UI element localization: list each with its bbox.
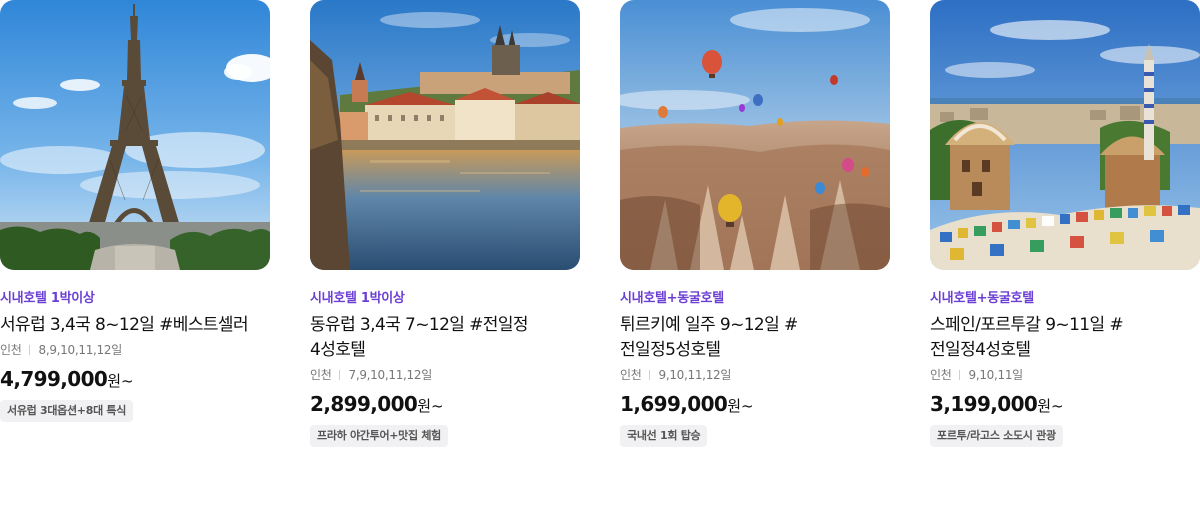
product-meta: 인천 8,9,10,11,12일 xyxy=(0,342,270,358)
product-image-prague[interactable] xyxy=(310,0,580,270)
product-card[interactable]: 시내호텔+동굴호텔 튀르키예 일주 9~12일 #전일정5성호텔 인천 9,10,… xyxy=(620,0,890,470)
benefit-badge: 국내선 1회 탑승 xyxy=(620,425,708,447)
product-tag: 시내호텔 1박이상 xyxy=(0,291,95,306)
product-title[interactable]: 서유럽 3,4국 8~12일 #베스트셀러 xyxy=(0,313,270,338)
product-tag: 시내호텔 1박이상 xyxy=(310,291,405,306)
departure-city: 인천 xyxy=(930,368,952,382)
product-image-park-guell[interactable] xyxy=(930,0,1200,270)
departure-city: 인천 xyxy=(310,368,332,382)
departure-city: 인천 xyxy=(0,343,22,357)
price-amount: 2,899,000 xyxy=(310,392,418,416)
meta-divider xyxy=(649,370,651,380)
benefit-badge: 서유럽 3대옵션+8대 특식 xyxy=(0,400,134,422)
product-title[interactable]: 스페인/포르투갈 9~11일 #전일정4성호텔 xyxy=(930,313,1200,363)
product-title[interactable]: 동유럽 3,4국 7~12일 #전일정 4성호텔 xyxy=(310,313,580,363)
benefit-badge: 포르투/라고스 소도시 관광 xyxy=(930,425,1063,447)
product-price: 4,799,000원~ xyxy=(0,366,270,394)
meta-divider xyxy=(29,345,31,355)
price-currency: 원~ xyxy=(417,397,444,415)
product-price: 3,199,000원~ xyxy=(930,391,1200,419)
price-amount: 4,799,000 xyxy=(0,367,108,391)
departure-dates: 7,9,10,11,12일 xyxy=(348,368,432,382)
product-card[interactable]: 시내호텔 1박이상 동유럽 3,4국 7~12일 #전일정 4성호텔 인천 7,9… xyxy=(310,0,580,470)
product-meta: 인천 9,10,11일 xyxy=(930,367,1200,383)
product-grid: 시내호텔 1박이상 서유럽 3,4국 8~12일 #베스트셀러 인천 8,9,10… xyxy=(0,0,1200,516)
meta-divider xyxy=(959,370,961,380)
product-tag: 시내호텔+동굴호텔 xyxy=(930,291,1034,306)
benefit-badge: 프라하 야간투어+맛집 체험 xyxy=(310,425,448,447)
product-tag: 시내호텔+동굴호텔 xyxy=(620,291,724,306)
departure-dates: 9,10,11,12일 xyxy=(658,368,732,382)
price-currency: 원~ xyxy=(727,397,754,415)
price-amount: 1,699,000 xyxy=(620,392,728,416)
product-meta: 인천 7,9,10,11,12일 xyxy=(310,367,580,383)
product-card[interactable]: 시내호텔+동굴호텔 스페인/포르투갈 9~11일 #전일정4성호텔 인천 9,10… xyxy=(930,0,1200,470)
meta-divider xyxy=(339,370,341,380)
product-image-eiffel-tower[interactable] xyxy=(0,0,270,270)
product-title[interactable]: 튀르키예 일주 9~12일 #전일정5성호텔 xyxy=(620,313,890,363)
departure-dates: 9,10,11일 xyxy=(968,368,1023,382)
departure-city: 인천 xyxy=(620,368,642,382)
product-card[interactable]: 시내호텔 1박이상 서유럽 3,4국 8~12일 #베스트셀러 인천 8,9,10… xyxy=(0,0,270,470)
product-image-cappadocia[interactable] xyxy=(620,0,890,270)
product-price: 1,699,000원~ xyxy=(620,391,890,419)
price-currency: 원~ xyxy=(1037,397,1064,415)
price-amount: 3,199,000 xyxy=(930,392,1038,416)
price-currency: 원~ xyxy=(107,372,134,390)
product-price: 2,899,000원~ xyxy=(310,391,580,419)
product-meta: 인천 9,10,11,12일 xyxy=(620,367,890,383)
departure-dates: 8,9,10,11,12일 xyxy=(38,343,122,357)
